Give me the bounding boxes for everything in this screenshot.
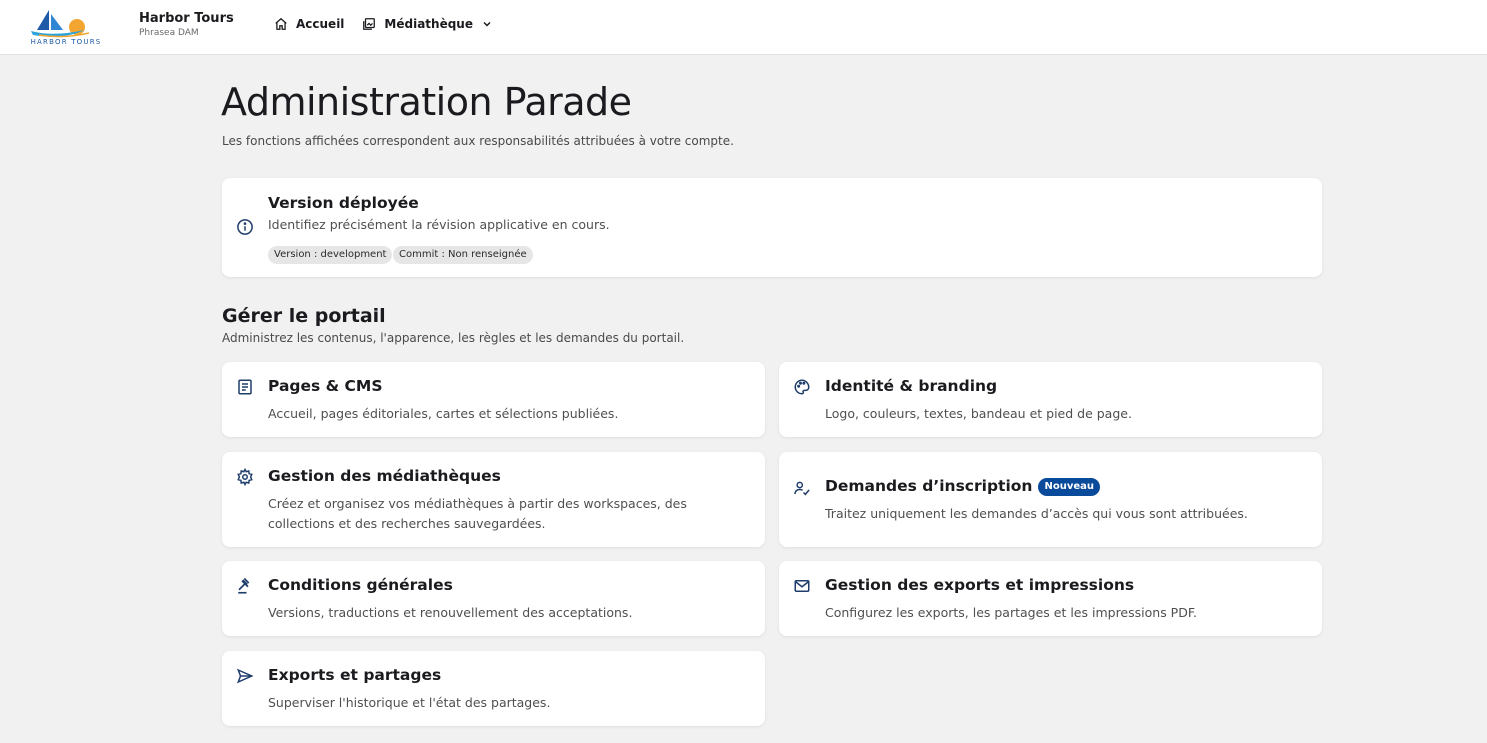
- section-subtitle: Administrez les contenus, l'apparence, l…: [222, 331, 685, 345]
- card-desc: Versions, traductions et renouvellement …: [268, 605, 633, 620]
- card-desc: Configurez les exports, les partages et …: [825, 605, 1197, 620]
- main-nav: Accueil Médiathèque: [274, 17, 511, 31]
- card-pages-cms[interactable]: Pages & CMS Accueil, pages éditoriales, …: [222, 362, 765, 437]
- commit-chip: Commit : Non renseignée: [393, 246, 533, 264]
- card-desc: Logo, couleurs, textes, bandeau et pied …: [825, 406, 1132, 421]
- card-desc: Créez et organisez vos médiathèques à pa…: [268, 496, 687, 531]
- card-title: Pages & CMS: [268, 377, 383, 395]
- card-desc: Accueil, pages éditoriales, cartes et sé…: [268, 406, 619, 421]
- document-icon: [238, 379, 252, 395]
- info-icon: [237, 219, 253, 235]
- card-terms-conditions[interactable]: Conditions générales Versions, traductio…: [222, 561, 765, 636]
- card-desc: Superviser l'historique et l'état des pa…: [268, 695, 551, 710]
- palette-icon: [794, 379, 810, 395]
- page-title: Administration Parade: [221, 80, 632, 124]
- brand: Harbor Tours Phrasea DAM: [139, 11, 234, 38]
- nav-library-label: Médiathèque: [384, 17, 473, 31]
- page-subtitle: Les fonctions affichées correspondent au…: [222, 134, 734, 148]
- card-title: Conditions générales: [268, 576, 453, 594]
- card-title-text: Demandes d’inscription: [825, 477, 1033, 495]
- nav-home[interactable]: Accueil: [274, 17, 344, 31]
- version-card-desc: Identifiez précisément la révision appli…: [268, 217, 610, 232]
- harbor-tours-logo[interactable]: HARBOR TOURS: [23, 6, 109, 48]
- gavel-icon: [238, 577, 250, 594]
- top-bar: HARBOR TOURS Harbor Tours Phrasea DAM Ac…: [0, 0, 1487, 55]
- nav-library[interactable]: Médiathèque: [362, 17, 493, 31]
- card-exports-shares[interactable]: Exports et partages Superviser l'histori…: [222, 651, 765, 726]
- card-title: Demandes d’inscription Nouveau: [825, 477, 1100, 496]
- gear-icon: [237, 468, 253, 486]
- new-badge: Nouveau: [1038, 478, 1100, 496]
- version-card-title: Version déployée: [268, 194, 419, 212]
- card-title: Gestion des exports et impressions: [825, 576, 1135, 594]
- card-identity-branding[interactable]: Identité & branding Logo, couleurs, text…: [779, 362, 1322, 437]
- card-title: Identité & branding: [825, 377, 998, 395]
- card-exports-prints[interactable]: Gestion des exports et impressions Confi…: [779, 561, 1322, 636]
- home-icon: [275, 17, 287, 30]
- card-title: Gestion des médiathèques: [268, 467, 501, 485]
- brand-name: Harbor Tours: [139, 11, 234, 26]
- brand-subtitle: Phrasea DAM: [139, 28, 199, 38]
- version-chip: Version : development: [268, 246, 393, 264]
- chevron-down-icon: [483, 21, 491, 27]
- card-registration-requests[interactable]: Demandes d’inscription Nouveau Traitez un…: [779, 452, 1322, 547]
- section-title: Gérer le portail: [222, 305, 386, 327]
- card-title: Exports et partages: [268, 666, 442, 684]
- card-desc: Traitez uniquement les demandes d’accès …: [825, 506, 1248, 521]
- card-library-management[interactable]: Gestion des médiathèques Créez et organi…: [222, 452, 765, 547]
- mail-icon: [794, 580, 810, 592]
- user-check-icon: [794, 481, 810, 496]
- send-icon: [236, 668, 254, 684]
- svg-text:HARBOR TOURS: HARBOR TOURS: [31, 38, 102, 46]
- nav-home-label: Accueil: [296, 17, 345, 31]
- library-icon: [363, 18, 376, 30]
